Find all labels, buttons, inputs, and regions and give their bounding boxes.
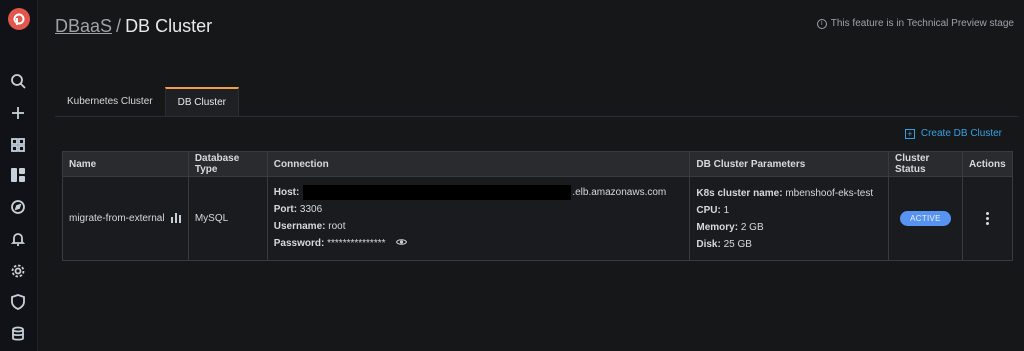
connection-username: Username: root — [273, 221, 346, 233]
status-badge: ACTIVE — [900, 211, 951, 226]
add-square-icon: + — [904, 128, 915, 139]
column-header-name: Name — [62, 151, 189, 177]
info-icon: i — [816, 18, 827, 29]
dbaas-icon[interactable] — [9, 166, 27, 184]
search-icon[interactable] — [9, 72, 27, 90]
technical-preview-text: This feature is in Technical Preview sta… — [830, 18, 1014, 29]
param-cpu: CPU: 1 — [696, 204, 730, 216]
actions-cell — [961, 176, 1014, 261]
technical-preview-notice: i This feature is in Technical Preview s… — [816, 18, 1014, 29]
show-password-eye-icon[interactable] — [395, 235, 407, 252]
connection-password: Password: *************** — [274, 235, 684, 252]
database-icon[interactable] — [9, 325, 27, 343]
breadcrumb-separator: / — [116, 16, 122, 36]
sidebar — [0, 0, 38, 351]
dashboards-icon[interactable] — [9, 136, 27, 154]
tab-kubernetes-cluster[interactable]: Kubernetes Cluster — [55, 87, 165, 116]
column-header-cluster-status: Cluster Status — [888, 151, 963, 177]
cluster-name: migrate-from-external — [69, 213, 165, 224]
name-cell: migrate-from-external — [62, 176, 189, 261]
breadcrumb: DBaaS / DB Cluster — [55, 16, 212, 37]
more-actions-icon[interactable] — [969, 212, 1006, 225]
logo-icon[interactable] — [8, 8, 30, 30]
connection-host: Host: .elb.amazonaws.com — [274, 184, 684, 201]
param-memory: Memory: 2 GB — [696, 221, 764, 233]
monitoring-chart-icon[interactable] — [170, 212, 182, 226]
column-header-db-cluster-parameters: DB Cluster Parameters — [689, 151, 889, 177]
shield-icon[interactable] — [9, 293, 27, 311]
database-type-cell: MySQL — [187, 176, 268, 261]
connection-cell: Host: .elb.amazonaws.com Port: 3306 Usern… — [266, 176, 691, 261]
create-db-cluster-label: Create DB Cluster — [920, 128, 1002, 139]
table-header-row: Name Database Type Connection DB Cluster… — [62, 151, 1014, 177]
settings-gear-icon[interactable] — [9, 262, 27, 280]
column-header-database-type: Database Type — [187, 151, 268, 177]
tab-bar: Kubernetes Cluster DB Cluster — [55, 87, 239, 116]
column-header-actions: Actions — [961, 151, 1014, 177]
plus-icon[interactable] — [9, 104, 27, 122]
breadcrumb-link-dbaas[interactable]: DBaaS — [55, 16, 112, 36]
tab-db-cluster[interactable]: DB Cluster — [164, 87, 239, 116]
status-cell: ACTIVE — [888, 176, 963, 261]
create-db-cluster-button[interactable]: + Create DB Cluster — [904, 128, 1002, 139]
column-header-connection: Connection — [266, 151, 691, 177]
page-title: DB Cluster — [125, 16, 213, 36]
redacted-host — [303, 185, 572, 201]
param-k8s-cluster-name: K8s cluster name: mbenshoof-eks-test — [696, 187, 874, 199]
parameters-cell: K8s cluster name: mbenshoof-eks-test CPU… — [689, 176, 889, 261]
connection-port: Port: 3306 — [273, 204, 323, 216]
table-row: migrate-from-external MySQL Host: .elb.am… — [62, 176, 1014, 261]
param-disk: Disk: 25 GB — [696, 238, 752, 250]
alert-bell-icon[interactable] — [9, 230, 27, 248]
explore-icon[interactable] — [9, 198, 27, 216]
db-cluster-table: Name Database Type Connection DB Cluster… — [62, 151, 1014, 261]
